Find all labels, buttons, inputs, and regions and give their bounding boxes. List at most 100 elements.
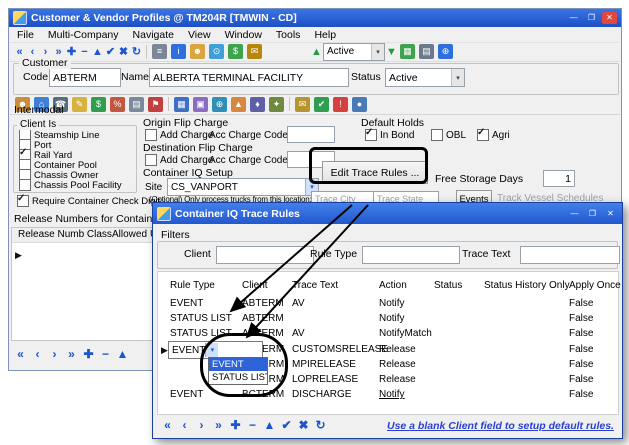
search-icon[interactable]: ● [352,97,367,112]
dropdown-option-event[interactable]: EVENT [209,358,267,371]
cell-action[interactable]: Release [379,359,416,370]
column-rule-type[interactable]: Rule Type [170,280,215,291]
menu-view[interactable]: View [181,29,218,41]
globe-icon[interactable]: ⊕ [438,44,453,59]
cell-client[interactable]: ABTERM [242,298,284,309]
column-action[interactable]: Action [379,280,407,291]
menu-file[interactable]: File [10,29,41,41]
delete-record-icon[interactable]: − [246,418,259,432]
sort-desc-icon[interactable]: ▼ [385,46,398,58]
column-release-numb-class[interactable]: Release Numb Class [18,229,112,240]
code-field[interactable]: ABTERM [49,68,121,87]
mail-icon[interactable]: ✉ [295,97,310,112]
cell-client[interactable]: BCTERM [242,389,284,400]
in-bond-checkbox[interactable] [365,129,377,141]
prev-record-icon[interactable]: ‹ [26,46,39,58]
menu-multi-company[interactable]: Multi-Company [41,29,126,41]
info-icon[interactable]: i [171,44,186,59]
trace-rules-grid[interactable]: Rule Type Client Trace Text Action Statu… [157,271,619,415]
column-client[interactable]: Client [242,280,268,291]
insert-record-icon[interactable]: ✚ [82,347,95,361]
first-record-icon[interactable]: « [14,347,27,361]
cell-action[interactable]: NotifyMatch [379,328,432,339]
edit-notes-icon[interactable]: ✎ [72,97,87,112]
filter-trace-text-input[interactable] [520,246,620,264]
table-row[interactable]: EVENT ABTERM AV Notify False [158,298,618,312]
cancel-record-icon[interactable]: ✖ [297,418,310,432]
cell-trace-text[interactable]: DISCHARGE [292,389,351,400]
maximize-icon[interactable]: ❐ [584,12,599,24]
chevron-down-icon[interactable]: ▾ [371,44,384,60]
column-status[interactable]: Status [434,280,462,291]
cell-rule-type[interactable]: STATUS LIST [170,328,232,339]
chevron-down-icon[interactable]: ▾ [451,69,464,86]
export-icon[interactable]: ▦ [400,44,415,59]
cell-trace-text[interactable]: AV [292,298,305,309]
table-row[interactable]: STATUS LIST ABTERM Notify False [158,313,618,327]
post-record-icon[interactable]: ✔ [104,45,117,58]
edit-record-icon[interactable]: ▲ [116,347,129,361]
chevron-down-icon[interactable]: ▾ [205,343,218,357]
edit-record-icon[interactable]: ▲ [91,46,104,58]
minimize-icon[interactable]: — [567,208,582,220]
money-icon[interactable]: $ [228,44,243,59]
column-apply-once[interactable]: Apply Once [569,280,621,291]
insert-record-icon[interactable]: ✚ [229,418,242,432]
menu-window[interactable]: Window [218,29,269,41]
chassis-pool-facility-checkbox[interactable] [19,179,31,191]
dest-add-charge-checkbox[interactable] [145,154,157,166]
maximize-icon[interactable]: ❐ [585,208,600,220]
column-status-history-only[interactable]: Status History Only [484,280,570,291]
next-record-icon[interactable]: › [195,418,208,432]
last-record-icon[interactable]: » [212,418,225,432]
rates-icon[interactable]: % [110,97,125,112]
menu-navigate[interactable]: Navigate [126,29,181,41]
message-icon[interactable]: ✉ [247,44,262,59]
table-row[interactable]: EVENT BCTERM DISCHARGE Notify False [158,389,618,403]
cell-action[interactable]: Notify [379,298,405,309]
customer-status-select[interactable]: Active ▾ [385,68,465,87]
agri-checkbox[interactable] [477,129,489,141]
delete-record-icon[interactable]: − [78,46,91,58]
cancel-record-icon[interactable]: ✖ [117,45,130,58]
cell-action-focused[interactable]: Notify [379,389,405,400]
sort-asc-icon[interactable]: ▲ [310,46,323,58]
alerts-icon[interactable]: ! [333,97,348,112]
cell-apply-once[interactable]: False [569,328,593,339]
flag-icon[interactable]: ⚑ [148,97,163,112]
list-icon[interactable]: ≡ [152,44,167,59]
cell-client[interactable]: ABTERM [242,313,284,324]
refresh-icon[interactable]: ↻ [130,45,143,58]
cell-apply-once[interactable]: False [569,344,593,355]
web-icon[interactable]: ⊕ [212,97,227,112]
last-record-icon[interactable]: » [65,347,78,361]
origin-add-charge-checkbox[interactable] [145,129,157,141]
cell-apply-once[interactable]: False [569,359,593,370]
post-record-icon[interactable]: ✔ [280,418,293,432]
cell-action[interactable]: Release [379,344,416,355]
cell-client[interactable]: ABTERM [242,328,284,339]
dropdown-option-status-list[interactable]: STATUS LIST [209,371,267,384]
cell-trace-text[interactable]: CUSTOMSRELEASE [292,344,388,355]
calendar-icon[interactable]: ▦ [174,97,189,112]
edit-trace-rules-button[interactable]: Edit Trace Rules ... [322,161,428,184]
contacts-icon[interactable]: ☻ [190,44,205,59]
cell-apply-once[interactable]: False [569,389,593,400]
require-check-digit-checkbox[interactable] [17,195,29,207]
documents-icon[interactable]: ▤ [129,97,144,112]
name-field[interactable]: ALBERTA TERMINAL FACILITY [149,68,349,87]
cell-action[interactable]: Release [379,374,416,385]
site-select[interactable]: CS_VANPORT ▾ [167,178,319,196]
column-trace-text[interactable]: Trace Text [292,280,338,291]
last-record-icon[interactable]: » [52,46,65,58]
minimize-icon[interactable]: — [566,12,581,24]
billing-icon[interactable]: $ [91,97,106,112]
table-row[interactable]: STATUS LIST ABTERM AV NotifyMatch False [158,328,618,342]
cell-rule-type[interactable]: STATUS LIST [170,313,232,324]
column-allowed[interactable]: Allowed [112,229,147,240]
edit-record-icon[interactable]: ▲ [263,418,276,432]
cell-trace-text[interactable]: MPIRELEASE [292,359,356,370]
close-icon[interactable]: ✕ [602,12,617,24]
first-record-icon[interactable]: « [13,46,26,58]
cell-trace-text[interactable]: AV [292,328,305,339]
